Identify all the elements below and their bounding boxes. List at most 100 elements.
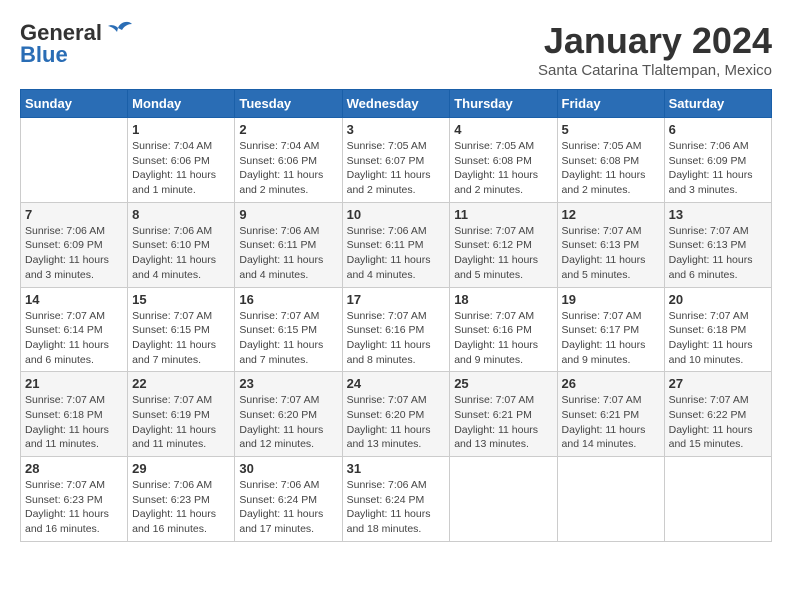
day-info: Sunrise: 7:06 AM Sunset: 6:23 PM Dayligh…: [132, 478, 230, 537]
day-info: Sunrise: 7:05 AM Sunset: 6:08 PM Dayligh…: [562, 139, 660, 198]
day-number: 23: [239, 376, 337, 391]
weekday-header-monday: Monday: [128, 90, 235, 118]
calendar-cell: 15 Sunrise: 7:07 AM Sunset: 6:15 PM Dayli…: [128, 287, 235, 372]
day-info: Sunrise: 7:06 AM Sunset: 6:11 PM Dayligh…: [239, 224, 337, 283]
calendar-cell: [450, 457, 557, 542]
day-number: 30: [239, 461, 337, 476]
calendar-cell: 14 Sunrise: 7:07 AM Sunset: 6:14 PM Dayli…: [21, 287, 128, 372]
day-info: Sunrise: 7:07 AM Sunset: 6:15 PM Dayligh…: [132, 309, 230, 368]
calendar-cell: [21, 118, 128, 203]
day-number: 24: [347, 376, 446, 391]
calendar-cell: 12 Sunrise: 7:07 AM Sunset: 6:13 PM Dayli…: [557, 202, 664, 287]
day-number: 18: [454, 292, 552, 307]
calendar-cell: 11 Sunrise: 7:07 AM Sunset: 6:12 PM Dayli…: [450, 202, 557, 287]
calendar-cell: 18 Sunrise: 7:07 AM Sunset: 6:16 PM Dayli…: [450, 287, 557, 372]
week-row-4: 21 Sunrise: 7:07 AM Sunset: 6:18 PM Dayli…: [21, 372, 772, 457]
calendar-cell: 21 Sunrise: 7:07 AM Sunset: 6:18 PM Dayli…: [21, 372, 128, 457]
day-number: 16: [239, 292, 337, 307]
page-header: General Blue January 2024 Santa Catarina…: [20, 20, 772, 79]
calendar-cell: 10Sunrise: 7:06 AM Sunset: 6:11 PM Dayli…: [342, 202, 450, 287]
calendar-cell: 4 Sunrise: 7:05 AM Sunset: 6:08 PM Daylig…: [450, 118, 557, 203]
day-info: Sunrise: 7:07 AM Sunset: 6:15 PM Dayligh…: [239, 309, 337, 368]
week-row-2: 7Sunrise: 7:06 AM Sunset: 6:09 PM Daylig…: [21, 202, 772, 287]
day-info: Sunrise: 7:07 AM Sunset: 6:22 PM Dayligh…: [669, 393, 767, 452]
calendar-cell: 23Sunrise: 7:07 AM Sunset: 6:20 PM Dayli…: [235, 372, 342, 457]
day-number: 4: [454, 122, 552, 137]
day-info: Sunrise: 7:06 AM Sunset: 6:24 PM Dayligh…: [239, 478, 337, 537]
weekday-header-thursday: Thursday: [450, 90, 557, 118]
calendar-cell: [557, 457, 664, 542]
weekday-header-friday: Friday: [557, 90, 664, 118]
week-row-3: 14 Sunrise: 7:07 AM Sunset: 6:14 PM Dayli…: [21, 287, 772, 372]
day-info: Sunrise: 7:07 AM Sunset: 6:21 PM Dayligh…: [454, 393, 552, 452]
day-number: 31: [347, 461, 446, 476]
day-info: Sunrise: 7:07 AM Sunset: 6:20 PM Dayligh…: [347, 393, 446, 452]
calendar-cell: 27 Sunrise: 7:07 AM Sunset: 6:22 PM Dayli…: [664, 372, 771, 457]
calendar-cell: 30 Sunrise: 7:06 AM Sunset: 6:24 PM Dayli…: [235, 457, 342, 542]
calendar-cell: 17 Sunrise: 7:07 AM Sunset: 6:16 PM Dayli…: [342, 287, 450, 372]
week-row-5: 28 Sunrise: 7:07 AM Sunset: 6:23 PM Dayli…: [21, 457, 772, 542]
calendar-cell: 9 Sunrise: 7:06 AM Sunset: 6:11 PM Daylig…: [235, 202, 342, 287]
day-info: Sunrise: 7:07 AM Sunset: 6:14 PM Dayligh…: [25, 309, 123, 368]
calendar-cell: 24 Sunrise: 7:07 AM Sunset: 6:20 PM Dayli…: [342, 372, 450, 457]
day-info: Sunrise: 7:05 AM Sunset: 6:07 PM Dayligh…: [347, 139, 446, 198]
day-info: Sunrise: 7:07 AM Sunset: 6:16 PM Dayligh…: [347, 309, 446, 368]
day-info: Sunrise: 7:07 AM Sunset: 6:17 PM Dayligh…: [562, 309, 660, 368]
day-number: 9: [239, 207, 337, 222]
day-number: 8: [132, 207, 230, 222]
title-section: January 2024 Santa Catarina Tlaltempan, …: [538, 20, 772, 79]
day-info: Sunrise: 7:07 AM Sunset: 6:12 PM Dayligh…: [454, 224, 552, 283]
weekday-header-saturday: Saturday: [664, 90, 771, 118]
day-number: 7: [25, 207, 123, 222]
month-title: January 2024: [538, 20, 772, 62]
day-info: Sunrise: 7:07 AM Sunset: 6:23 PM Dayligh…: [25, 478, 123, 537]
calendar-cell: 13 Sunrise: 7:07 AM Sunset: 6:13 PM Dayli…: [664, 202, 771, 287]
day-number: 29: [132, 461, 230, 476]
calendar-cell: 22Sunrise: 7:07 AM Sunset: 6:19 PM Dayli…: [128, 372, 235, 457]
day-info: Sunrise: 7:06 AM Sunset: 6:11 PM Dayligh…: [347, 224, 446, 283]
calendar-cell: [664, 457, 771, 542]
day-number: 27: [669, 376, 767, 391]
day-info: Sunrise: 7:07 AM Sunset: 6:13 PM Dayligh…: [669, 224, 767, 283]
calendar-cell: 3Sunrise: 7:05 AM Sunset: 6:07 PM Daylig…: [342, 118, 450, 203]
day-number: 26: [562, 376, 660, 391]
calendar-cell: 1Sunrise: 7:04 AM Sunset: 6:06 PM Daylig…: [128, 118, 235, 203]
day-number: 11: [454, 207, 552, 222]
day-number: 2: [239, 122, 337, 137]
calendar-cell: 28 Sunrise: 7:07 AM Sunset: 6:23 PM Dayli…: [21, 457, 128, 542]
calendar-cell: 26 Sunrise: 7:07 AM Sunset: 6:21 PM Dayli…: [557, 372, 664, 457]
day-info: Sunrise: 7:07 AM Sunset: 6:16 PM Dayligh…: [454, 309, 552, 368]
location: Santa Catarina Tlaltempan, Mexico: [538, 62, 772, 79]
day-info: Sunrise: 7:07 AM Sunset: 6:19 PM Dayligh…: [132, 393, 230, 452]
weekday-header-tuesday: Tuesday: [235, 90, 342, 118]
day-number: 5: [562, 122, 660, 137]
day-number: 12: [562, 207, 660, 222]
weekday-header-wednesday: Wednesday: [342, 90, 450, 118]
calendar-cell: 31Sunrise: 7:06 AM Sunset: 6:24 PM Dayli…: [342, 457, 450, 542]
calendar-cell: 16 Sunrise: 7:07 AM Sunset: 6:15 PM Dayli…: [235, 287, 342, 372]
weekday-header-sunday: Sunday: [21, 90, 128, 118]
day-number: 20: [669, 292, 767, 307]
logo: General Blue: [20, 20, 132, 68]
day-number: 15: [132, 292, 230, 307]
day-info: Sunrise: 7:04 AM Sunset: 6:06 PM Dayligh…: [132, 139, 230, 198]
day-number: 13: [669, 207, 767, 222]
weekday-header-row: SundayMondayTuesdayWednesdayThursdayFrid…: [21, 90, 772, 118]
day-number: 28: [25, 461, 123, 476]
calendar-cell: 8 Sunrise: 7:06 AM Sunset: 6:10 PM Daylig…: [128, 202, 235, 287]
day-info: Sunrise: 7:06 AM Sunset: 6:09 PM Dayligh…: [669, 139, 767, 198]
calendar-cell: 7Sunrise: 7:06 AM Sunset: 6:09 PM Daylig…: [21, 202, 128, 287]
day-info: Sunrise: 7:07 AM Sunset: 6:18 PM Dayligh…: [25, 393, 123, 452]
day-info: Sunrise: 7:05 AM Sunset: 6:08 PM Dayligh…: [454, 139, 552, 198]
day-info: Sunrise: 7:07 AM Sunset: 6:21 PM Dayligh…: [562, 393, 660, 452]
day-info: Sunrise: 7:07 AM Sunset: 6:13 PM Dayligh…: [562, 224, 660, 283]
logo-bird-icon: [104, 20, 132, 42]
day-number: 14: [25, 292, 123, 307]
calendar-cell: 2Sunrise: 7:04 AM Sunset: 6:06 PM Daylig…: [235, 118, 342, 203]
day-number: 21: [25, 376, 123, 391]
day-number: 19: [562, 292, 660, 307]
day-number: 17: [347, 292, 446, 307]
week-row-1: 1Sunrise: 7:04 AM Sunset: 6:06 PM Daylig…: [21, 118, 772, 203]
calendar-cell: 20Sunrise: 7:07 AM Sunset: 6:18 PM Dayli…: [664, 287, 771, 372]
day-info: Sunrise: 7:06 AM Sunset: 6:10 PM Dayligh…: [132, 224, 230, 283]
